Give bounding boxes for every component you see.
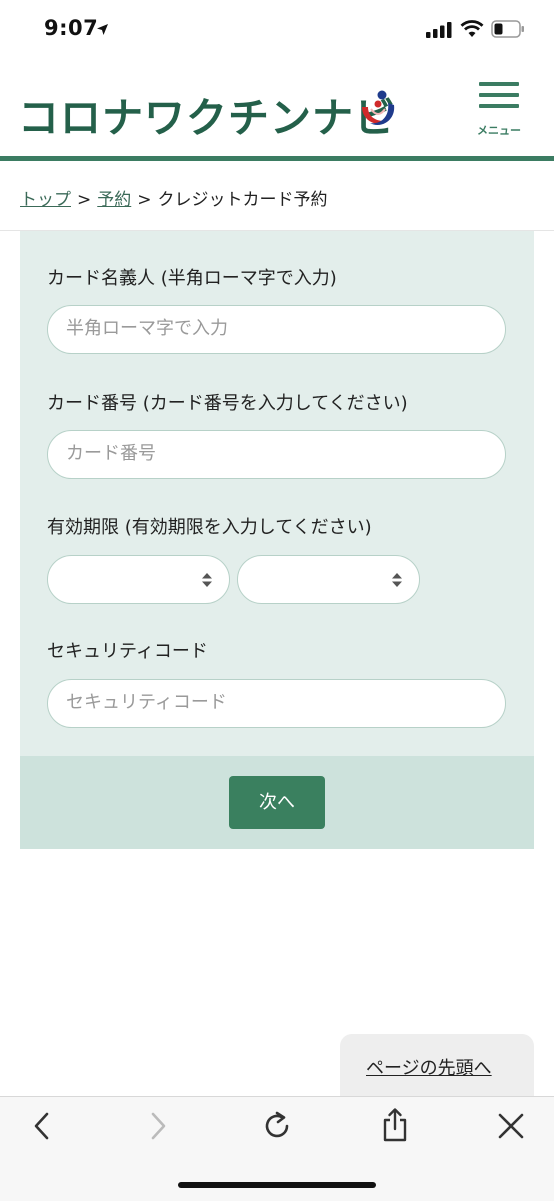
breadcrumb-separator: > <box>77 190 92 210</box>
cardholder-input[interactable]: 半角ローマ字で入力 <box>47 305 506 354</box>
security-code-label: セキュリティコード <box>47 641 208 662</box>
reload-icon[interactable] <box>262 1111 292 1145</box>
menu-button[interactable]: メニュー <box>474 82 524 137</box>
site-header: コロナワクチンナビ メニュー <box>0 60 554 156</box>
breadcrumb: トップ > 予約 > クレジットカード予約 <box>20 185 328 210</box>
home-indicator <box>178 1182 376 1188</box>
select-arrows-icon <box>391 572 403 592</box>
expiry-month-select[interactable] <box>47 555 230 604</box>
menu-bar-icon <box>479 104 519 108</box>
status-bar: 9:07 <box>0 0 554 60</box>
breadcrumb-link-top[interactable]: トップ <box>20 190 71 210</box>
card-number-label: カード番号 (カード番号を入力してください) <box>47 393 408 414</box>
share-icon[interactable] <box>381 1107 409 1147</box>
select-arrows-icon <box>201 572 213 592</box>
breadcrumb-current: クレジットカード予約 <box>157 190 328 210</box>
status-time: 9:07 <box>44 16 99 40</box>
back-arrow-icon[interactable] <box>30 1111 54 1145</box>
page-top-label: ページの先頭へ <box>366 1058 492 1079</box>
header-divider <box>0 156 554 161</box>
close-icon[interactable] <box>497 1111 525 1145</box>
breadcrumb-separator: > <box>137 190 152 210</box>
page-top-button[interactable]: ページの先頭へ <box>340 1034 534 1096</box>
expiry-label: 有効期限 (有効期限を入力してください) <box>47 517 372 538</box>
security-code-input[interactable]: セキュリティコード <box>47 679 506 728</box>
menu-bar-icon <box>479 82 519 86</box>
forward-arrow-icon[interactable] <box>146 1111 170 1145</box>
location-arrow-icon <box>96 21 109 40</box>
breadcrumb-link-reservation[interactable]: 予約 <box>97 190 131 210</box>
cardholder-label: カード名義人 (半角ローマ字で入力) <box>47 268 337 289</box>
mhlw-logo-icon <box>358 89 398 135</box>
card-number-input[interactable]: カード番号 <box>47 430 506 479</box>
wifi-icon <box>460 20 484 42</box>
next-button[interactable]: 次へ <box>229 776 325 829</box>
expiry-year-select[interactable] <box>237 555 420 604</box>
battery-icon <box>491 20 525 42</box>
menu-bar-icon <box>479 93 519 97</box>
cellular-signal-icon <box>426 22 452 42</box>
menu-label: メニュー <box>477 124 521 137</box>
site-logo-text[interactable]: コロナワクチンナビ <box>18 84 396 144</box>
